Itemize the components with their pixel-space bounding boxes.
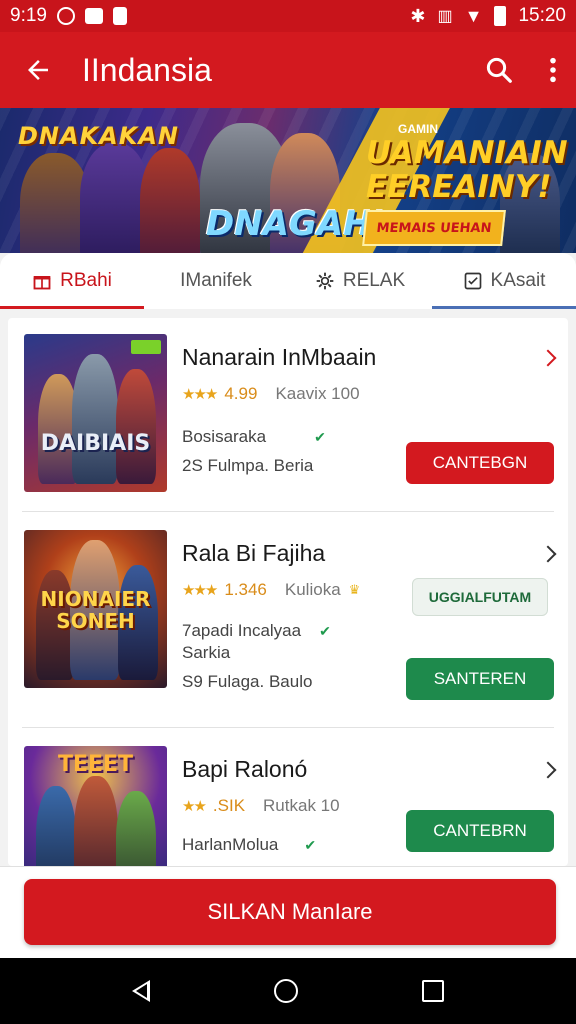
- review-count: Kaavix 100: [275, 384, 360, 403]
- rating-row: ★★ .SIK Rutkak 10: [182, 796, 340, 816]
- status-clock: 15:20: [518, 5, 566, 26]
- gift-icon: [33, 276, 51, 290]
- divider: [22, 727, 554, 728]
- game-info: S9 Fulaga. Baulo: [182, 672, 313, 691]
- thumbnail-badge: [131, 340, 161, 354]
- arrow-left-icon: [28, 60, 48, 80]
- divider: [22, 511, 554, 512]
- chevron-right-icon[interactable]: [539, 349, 557, 367]
- thumbnail-figure: [72, 354, 118, 484]
- lock-icon: [112, 7, 127, 25]
- tab-rbahi[interactable]: RBahi: [0, 253, 144, 309]
- stars-icon: ★★: [182, 798, 207, 815]
- thumbnail-figure: [74, 776, 118, 866]
- tab-imanifek[interactable]: IManifek: [144, 253, 288, 309]
- status-bar: 9:19 ✱ ▥ ▼ 15:20: [0, 0, 576, 32]
- page-title: IIndansia: [82, 51, 212, 88]
- download-button[interactable]: CANTEBGN: [406, 442, 554, 484]
- vibrate-icon: ▥: [437, 8, 453, 25]
- review-count: Kulioka: [284, 580, 341, 599]
- rating-row: ★★★ 1.346 Kulioka ♛: [182, 580, 360, 600]
- tab-label: IManifek: [180, 270, 252, 291]
- list-item[interactable]: DAIBIAIS Nanarain InMbaain ★★★ 4.99 Kaav…: [8, 318, 568, 534]
- thumbnail-title: NIONAIER SONEH: [40, 587, 151, 633]
- gear-icon: [316, 272, 334, 290]
- rating-value: .SIK: [212, 796, 246, 815]
- tab-label: RBahi: [60, 270, 112, 291]
- game-detail: Bosisaraka ✔: [182, 426, 326, 448]
- tab-relak[interactable]: RELAK: [288, 253, 432, 309]
- rating-row: ★★★ 4.99 Kaavix 100: [182, 384, 360, 404]
- game-thumbnail[interactable]: DAIBIAIS: [24, 334, 167, 492]
- tab-kasait[interactable]: KAsait: [432, 253, 576, 309]
- game-thumbnail[interactable]: TEEET: [24, 746, 167, 866]
- banner-logo: DNAGAHI: [206, 204, 385, 244]
- game-info: 2S Fulmpa. Beria: [182, 456, 314, 475]
- primary-action-button[interactable]: SILKAN ManIare: [24, 879, 556, 945]
- game-list: DAIBIAIS Nanarain InMbaain ★★★ 4.99 Kaav…: [8, 318, 568, 866]
- game-detail-text: 7apadi Incalyaa: [182, 621, 302, 640]
- game-name: Rala Bi Fajiha: [182, 540, 326, 566]
- search-icon[interactable]: [484, 55, 514, 85]
- banner-badge: DNAKAKAN: [18, 122, 180, 150]
- notification-icon: [56, 7, 75, 25]
- game-detail: 7apadi Incalyaa ✔ Sarkia: [182, 620, 331, 664]
- check-icon: ✔: [304, 837, 317, 853]
- battery-icon: [494, 6, 507, 26]
- nav-back-icon[interactable]: [132, 980, 150, 1002]
- bluetooth-icon: ✱: [410, 5, 426, 26]
- stars-icon: ★★★: [182, 386, 218, 403]
- tab-label: RELAK: [342, 270, 406, 291]
- back-button[interactable]: [18, 50, 58, 90]
- rating-value: 4.99: [224, 384, 258, 403]
- wifi-icon: ▼: [464, 5, 483, 26]
- chevron-right-icon[interactable]: [539, 545, 557, 563]
- more-vert-icon[interactable]: [548, 56, 558, 84]
- download-button[interactable]: SANTEREN: [406, 658, 554, 700]
- banner-mini-tag: GAMIN: [398, 122, 438, 136]
- nav-recents-icon[interactable]: [422, 980, 444, 1002]
- check-icon: ✔: [319, 623, 331, 639]
- banner-hero-figure: [140, 148, 200, 253]
- game-detail-text: Bosisaraka: [182, 427, 267, 446]
- thumbnail-title: DAIBIAIS: [40, 431, 151, 456]
- system-nav-bar: [0, 958, 576, 1024]
- check-icon: ✔: [314, 429, 326, 445]
- tab-label: KAsait: [490, 270, 546, 291]
- status-time: 9:19: [10, 5, 47, 26]
- chevron-right-icon[interactable]: [539, 761, 557, 779]
- bottom-action-bar: SILKAN ManIare: [0, 866, 576, 958]
- review-count: Rutkak 10: [263, 796, 340, 815]
- list-item[interactable]: TEEET Bapi Ralonó ★★ .SIK Rutkak 10 CANT…: [8, 730, 568, 866]
- rating-value: 1.346: [224, 580, 267, 599]
- download-button[interactable]: CANTEBRN: [406, 810, 554, 852]
- image-notification-icon: [84, 8, 103, 24]
- thumbnail-figure: [116, 791, 156, 866]
- game-name: Bapi Ralonó: [182, 756, 308, 782]
- crown-icon: ♛: [348, 582, 361, 597]
- thumbnail-figure: [116, 369, 156, 484]
- thumbnail-figure: [36, 786, 76, 866]
- stars-icon: ★★★: [182, 582, 218, 599]
- game-name: Nanarain InMbaain: [182, 344, 377, 370]
- app-bar: IIndansia: [0, 32, 576, 108]
- promo-banner[interactable]: DNAKAKAN DNAGAHI GAMIN UAMANIAIN EEREAIN…: [0, 108, 576, 253]
- thumbnail-title: TEEET: [57, 752, 134, 777]
- list-item[interactable]: NIONAIER SONEH Rala Bi Fajiha ★★★ 1.346 …: [8, 514, 568, 730]
- game-detail-text: Sarkia: [182, 643, 231, 662]
- category-tabs: RBahi IManifek RELAK KAsait: [0, 253, 576, 309]
- game-thumbnail[interactable]: NIONAIER SONEH: [24, 530, 167, 688]
- nav-home-icon[interactable]: [274, 979, 298, 1003]
- game-detail-text: HarlanMolua: [182, 835, 279, 854]
- banner-cta[interactable]: MEMAIS UEHAN: [362, 210, 506, 246]
- game-detail: HarlanMolua ✔: [182, 834, 316, 856]
- checkbox-icon: [464, 272, 481, 290]
- secondary-button[interactable]: UGGIALFUTAM: [412, 578, 548, 616]
- banner-headline: UAMANIAIN EEREAINY!: [366, 135, 568, 205]
